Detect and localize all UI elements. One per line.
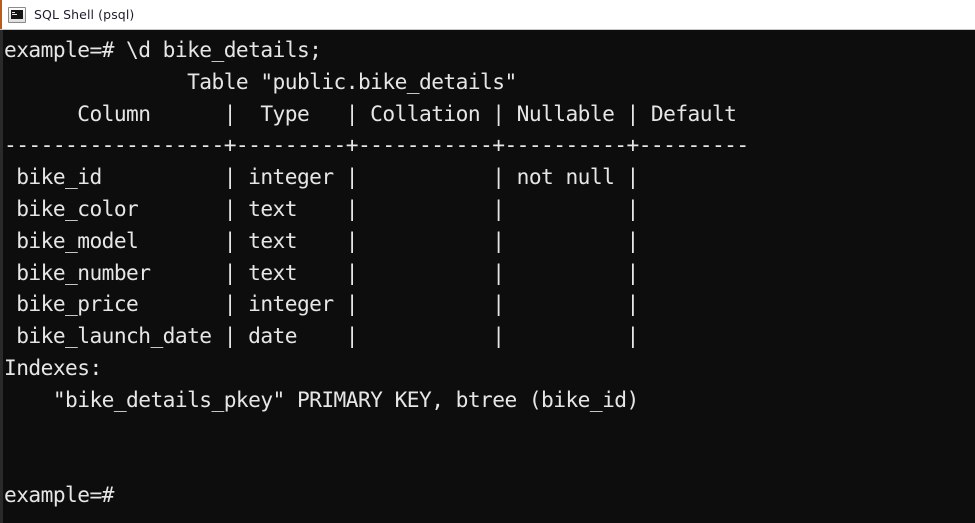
terminal-line: bike_price | integer | | | xyxy=(4,291,651,317)
terminal-line: Indexes: xyxy=(4,354,102,380)
terminal-line: bike_id | integer | | not null | xyxy=(4,164,651,190)
terminal-line: Column | Type | Collation | Nullable | D… xyxy=(4,100,749,126)
terminal-line: "bike_details_pkey" PRIMARY KEY, btree (… xyxy=(4,386,639,412)
terminal-line: bike_number | text | | | xyxy=(4,259,651,285)
terminal-panel[interactable]: example=# \d bike_details; Table "public… xyxy=(0,30,975,523)
terminal-line: example=# xyxy=(4,482,114,508)
terminal-output-area[interactable]: example=# \d bike_details; Table "public… xyxy=(3,30,975,523)
terminal-line: bike_model | text | | | xyxy=(4,227,651,253)
window-title: SQL Shell (psql) xyxy=(34,7,135,22)
terminal-line: Table "public.bike_details" xyxy=(4,68,517,94)
sql-shell-window: SQL Shell (psql) example=# \d bike_detai… xyxy=(0,0,975,523)
terminal-line: bike_color | text | | | xyxy=(4,195,651,221)
console-icon xyxy=(8,6,26,23)
terminal-line: example=# \d bike_details; xyxy=(4,37,322,62)
terminal-line: ------------------+---------+-----------… xyxy=(4,132,749,158)
terminal-text[interactable]: example=# \d bike_details; Table "public… xyxy=(4,34,975,511)
window-titlebar: SQL Shell (psql) xyxy=(0,0,975,30)
terminal-line: bike_launch_date | date | | | xyxy=(4,323,651,349)
